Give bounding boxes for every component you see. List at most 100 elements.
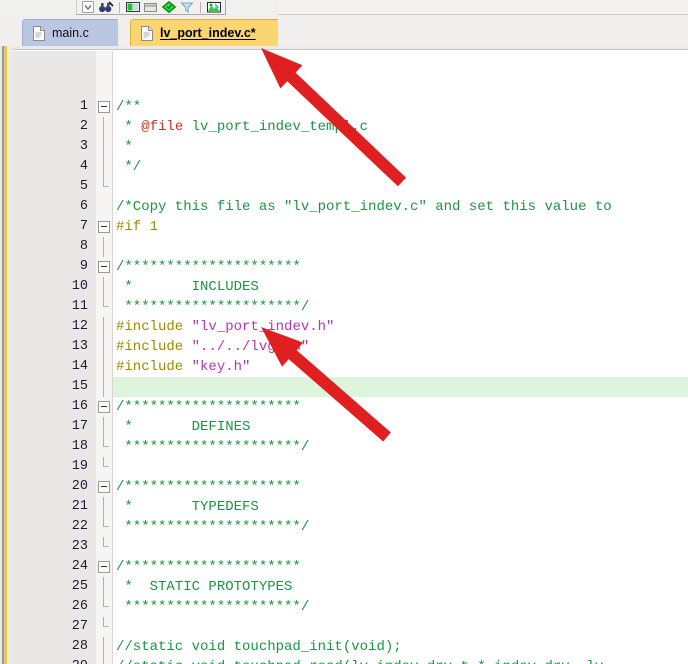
code-line-text: #include "../../lvgl.h" xyxy=(116,337,309,357)
code-line[interactable]: 21 * TYPEDEFS xyxy=(0,497,688,517)
line-number: 13 xyxy=(71,339,88,354)
code-token: * INCLUDES xyxy=(116,279,259,295)
code-token: * xyxy=(116,139,133,155)
code-line[interactable]: 13 #include "../../lvgl.h" xyxy=(0,337,688,357)
code-line[interactable]: 24 /********************* xyxy=(0,557,688,577)
code-line[interactable]: 22 *********************/ xyxy=(0,517,688,537)
code-token: /********************* xyxy=(116,399,301,415)
toolbar-filler xyxy=(278,0,688,15)
tab-lv-port-indev-c[interactable]: lv_port_indev.c* xyxy=(130,19,278,46)
line-number: 26 xyxy=(71,599,88,614)
code-token: #include xyxy=(116,319,192,335)
fold-collapse-icon[interactable] xyxy=(98,261,110,273)
fold-guide-line xyxy=(103,657,104,664)
code-line[interactable]: 1 /** xyxy=(0,97,688,117)
code-token: //static void touchpad_init(void); xyxy=(116,639,402,655)
fold-region-end xyxy=(103,297,109,307)
code-line[interactable]: 18 *********************/ xyxy=(0,437,688,457)
editor-top-strip xyxy=(12,46,688,50)
code-line[interactable]: 14 #include "key.h" xyxy=(0,357,688,377)
code-line-text: /*Copy this file as "lv_port_indev.c" an… xyxy=(116,197,612,217)
code-line[interactable]: 11 *********************/ xyxy=(0,297,688,317)
code-line[interactable]: 19 xyxy=(0,457,688,477)
fold-guide-line xyxy=(103,337,104,357)
code-token: /********************* xyxy=(116,559,301,575)
line-number: 16 xyxy=(71,399,88,414)
toolbar-separator-2 xyxy=(200,1,201,13)
fold-collapse-icon[interactable] xyxy=(98,561,110,573)
code-token: /********************* xyxy=(116,259,301,275)
code-line-text: /********************* xyxy=(116,397,301,417)
toolbar-separator xyxy=(119,1,120,13)
code-line[interactable]: 15 xyxy=(0,377,688,397)
code-line[interactable]: 10 * INCLUDES xyxy=(0,277,688,297)
fold-collapse-icon[interactable] xyxy=(98,221,110,233)
green-panel-icon[interactable] xyxy=(125,0,141,14)
code-line[interactable]: 25 * STATIC PROTOTYPES xyxy=(0,577,688,597)
gray-window-icon[interactable] xyxy=(143,0,159,14)
code-token: */ xyxy=(116,159,142,175)
chevron-down-box-icon[interactable] xyxy=(80,0,96,14)
code-editor[interactable]: 1/** 2 * @file lv_port_indev_templ.c 3 * 4 … xyxy=(0,46,688,664)
green-image-icon[interactable] xyxy=(206,0,222,14)
line-number: 9 xyxy=(79,259,88,274)
code-line[interactable]: 20 /********************* xyxy=(0,477,688,497)
code-token: * STATIC PROTOTYPES xyxy=(116,579,293,595)
code-token: "key.h" xyxy=(191,359,251,375)
code-line[interactable]: 8 xyxy=(0,237,688,257)
code-line[interactable]: 6 /*Copy this file as "lv_port_indev.c" a… xyxy=(0,197,688,217)
line-number: 6 xyxy=(79,199,88,214)
code-line[interactable]: 5 xyxy=(0,177,688,197)
code-token: * xyxy=(116,119,142,135)
fold-guide-line xyxy=(103,577,104,597)
toolbar-button-group xyxy=(76,0,226,15)
code-line[interactable]: 16 /********************* xyxy=(0,397,688,417)
fold-collapse-icon[interactable] xyxy=(98,481,110,493)
code-token: *********************/ xyxy=(116,299,310,315)
fold-guide-line xyxy=(103,357,104,377)
fold-region-end xyxy=(103,517,109,527)
binoculars-icon[interactable] xyxy=(98,0,114,14)
code-line[interactable]: 27 xyxy=(0,617,688,637)
code-token: /** xyxy=(116,99,142,115)
line-number: 17 xyxy=(71,419,88,434)
code-line[interactable]: 26 *********************/ xyxy=(0,597,688,617)
green-diamond-icon[interactable] xyxy=(161,0,177,14)
tab-label: lv_port_indev.c* xyxy=(160,26,256,40)
code-line-text: *********************/ xyxy=(116,597,309,617)
fold-guide-line xyxy=(103,317,104,337)
line-number: 28 xyxy=(71,639,88,654)
fold-region-end xyxy=(103,177,109,187)
code-token: "../../lvgl.h" xyxy=(191,339,310,355)
line-number: 12 xyxy=(71,319,88,334)
code-line[interactable]: 29 //static void touchpad_read(lv_indev_d… xyxy=(0,657,688,664)
code-token: * DEFINES xyxy=(116,419,251,435)
toolbar xyxy=(0,0,688,16)
line-number: 5 xyxy=(79,179,88,194)
code-line[interactable]: 28 //static void touchpad_init(void); xyxy=(0,637,688,657)
code-line[interactable]: 12 #include "lv_port_indev.h" xyxy=(0,317,688,337)
fold-collapse-icon[interactable] xyxy=(98,401,110,413)
line-number: 14 xyxy=(71,359,88,374)
fold-guide-line xyxy=(103,277,104,297)
code-line[interactable]: 2 * @file lv_port_indev_templ.c xyxy=(0,117,688,137)
code-line[interactable]: 3 * xyxy=(0,137,688,157)
code-line-text: * STATIC PROTOTYPES xyxy=(116,577,292,597)
fold-region-end xyxy=(103,597,109,607)
code-line[interactable]: 9 /********************* xyxy=(0,257,688,277)
fold-guide-line xyxy=(103,637,104,657)
fold-collapse-icon[interactable] xyxy=(98,101,110,113)
code-line[interactable]: 4 */ xyxy=(0,157,688,177)
funnel-icon[interactable] xyxy=(179,0,195,14)
tab-main-c[interactable]: main.c xyxy=(22,19,118,46)
code-line[interactable]: 23 xyxy=(0,537,688,557)
code-line[interactable]: 7 #if 1 xyxy=(0,217,688,237)
line-number: 15 xyxy=(71,379,88,394)
code-line-text: * INCLUDES xyxy=(116,277,259,297)
current-line-highlight xyxy=(113,377,688,397)
code-token: /*Copy this file as "lv_port_indev.c" an… xyxy=(116,199,612,215)
code-line-text: /********************* xyxy=(116,477,301,497)
fold-region-end xyxy=(103,457,109,467)
code-line[interactable]: 17 * DEFINES xyxy=(0,417,688,437)
code-token: * TYPEDEFS xyxy=(116,499,259,515)
